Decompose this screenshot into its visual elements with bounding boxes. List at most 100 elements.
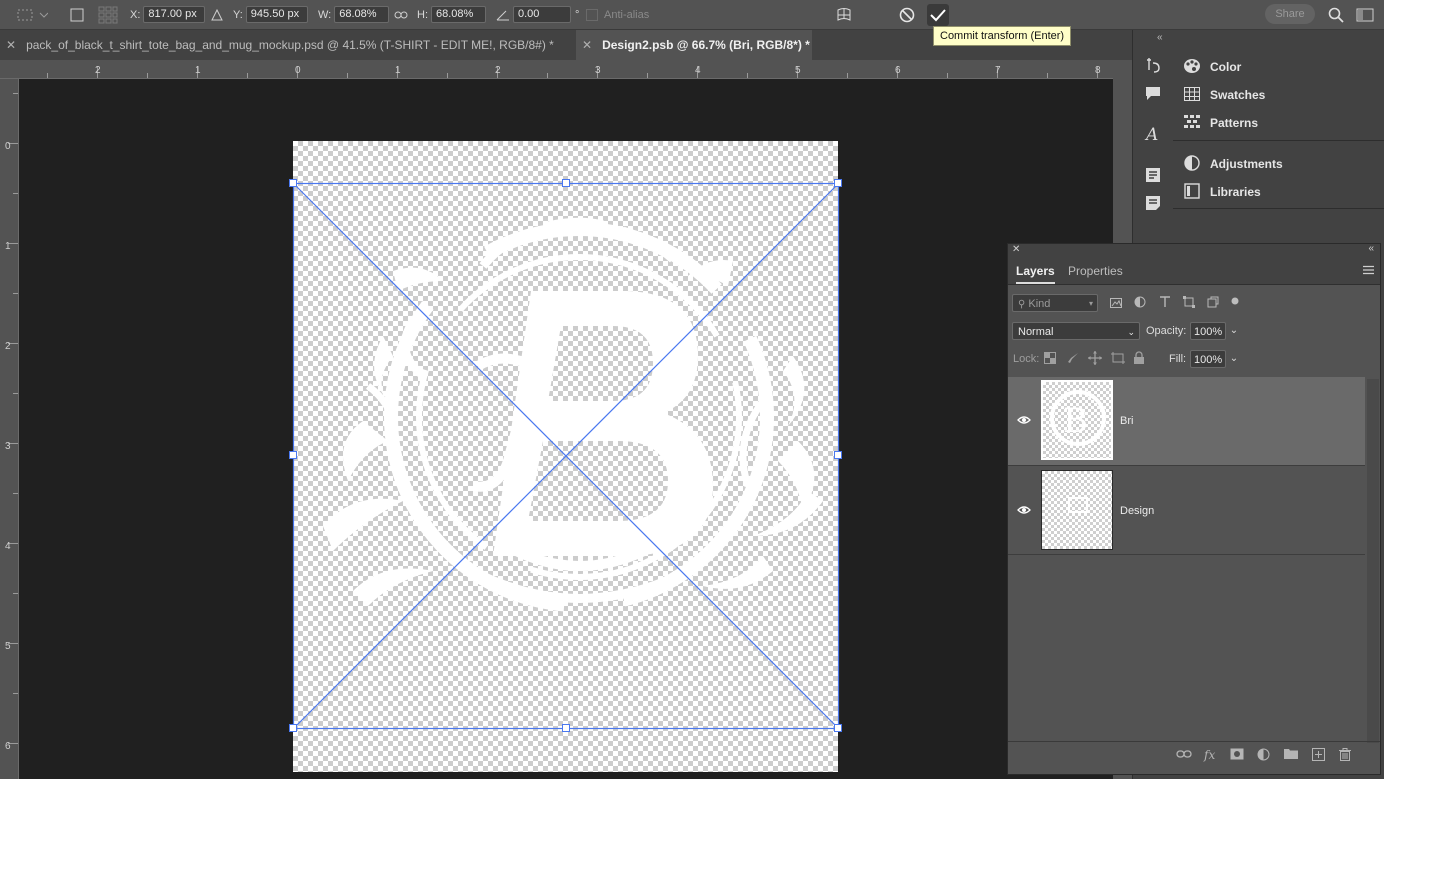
cancel-transform-icon[interactable] [898, 0, 916, 29]
character-icon[interactable]: A [1143, 125, 1163, 145]
eye-visibility-icon[interactable] [1017, 414, 1031, 428]
x-input[interactable]: 817.00 px [143, 6, 206, 23]
ruler-tick-label: 6 [895, 65, 901, 76]
tab-design2-document[interactable]: ✕ Design2.psb @ 66.7% (Bri, RGB/8*) * [576, 30, 812, 60]
smart-object-filter-icon[interactable] [1207, 296, 1219, 311]
lock-image-pixels-icon[interactable] [1067, 352, 1079, 367]
comments-icon[interactable] [1143, 84, 1163, 104]
ruler-tick-label: 3 [5, 441, 11, 452]
tab-layers[interactable]: Layers [1016, 258, 1055, 284]
lock-position-icon[interactable] [1088, 351, 1102, 368]
ruler-tick-label: 6 [5, 741, 11, 752]
panel-patterns[interactable]: Patterns [1183, 112, 1258, 134]
emblem-artwork[interactable] [293, 141, 838, 772]
panel-menu-icon[interactable] [1363, 265, 1374, 278]
move-tool-preset-icon[interactable] [16, 0, 48, 29]
width-input[interactable]: 68.08% [334, 6, 390, 23]
panel-swatches[interactable]: Swatches [1183, 84, 1265, 106]
tab-properties[interactable]: Properties [1068, 258, 1123, 284]
collapse-panel-icon[interactable]: « [1368, 243, 1374, 254]
panel-adjustments[interactable]: Adjustments [1183, 153, 1283, 175]
paragraph-styles-icon[interactable] [1143, 166, 1163, 186]
panel-libraries[interactable]: Libraries [1183, 181, 1261, 203]
layer-name[interactable]: Bri [1120, 415, 1133, 427]
layer-row-bri[interactable]: B Bri [1008, 377, 1365, 466]
panel-label: Adjustments [1210, 157, 1283, 171]
lock-artboard-icon[interactable] [1111, 352, 1125, 367]
opacity-label: Opacity: [1146, 325, 1187, 337]
angle-input[interactable]: 0.00 [513, 6, 571, 23]
ruler-tick-label: 4 [5, 541, 11, 552]
tab-label: pack_of_black_t_shirt_tote_bag_and_mug_m… [26, 38, 554, 52]
reference-point-grid-icon[interactable] [98, 0, 118, 29]
panel-divider [1173, 208, 1384, 209]
link-layers-icon[interactable] [1176, 748, 1192, 762]
add-mask-icon[interactable] [1230, 748, 1244, 763]
tab-mockup-document[interactable]: ✕ pack_of_black_t_shirt_tote_bag_and_mug… [0, 30, 581, 60]
y-label: Y: [233, 8, 243, 21]
ruler-tick-label: 2 [95, 65, 101, 76]
notes-icon[interactable] [1143, 194, 1163, 214]
new-group-folder-icon[interactable] [1284, 748, 1298, 762]
layer-thumbnail: B [1041, 380, 1113, 460]
lock-transparent-pixels-icon[interactable] [1044, 352, 1056, 367]
svg-text:A: A [1144, 125, 1158, 143]
search-icon: ⚲ [1018, 299, 1026, 310]
tab-label: Design2.psb @ 66.7% (Bri, RGB/8*) * [602, 38, 810, 52]
shape-layer-filter-icon[interactable] [1183, 296, 1195, 311]
fill-slider-chevron-icon[interactable]: ⌄ [1227, 350, 1241, 368]
search-icon[interactable] [1328, 0, 1344, 29]
opacity-input[interactable]: 100% [1190, 322, 1226, 340]
layer-filter-kind-select[interactable]: ⚲ Kind ▾ [1012, 294, 1098, 312]
type-layer-filter-icon[interactable] [1159, 296, 1171, 311]
height-input[interactable]: 68.08% [431, 6, 486, 23]
antialias-label: Anti-alias [604, 8, 650, 21]
horizontal-ruler[interactable]: 2 1 0 1 2 3 4 5 6 7 8 [0, 60, 1113, 79]
history-icon[interactable] [1143, 56, 1163, 76]
layer-name[interactable]: Design [1120, 505, 1154, 517]
blend-mode-value: Normal [1018, 326, 1054, 338]
pixel-layer-filter-icon[interactable] [1110, 297, 1122, 311]
patterns-icon [1183, 114, 1201, 132]
ruler-tick-label: 2 [5, 341, 11, 352]
vertical-ruler[interactable]: 0 1 2 3 4 5 6 [0, 79, 19, 779]
lock-all-icon[interactable] [1133, 351, 1145, 367]
lock-label: Lock: [1013, 353, 1040, 365]
close-tab-icon[interactable]: ✕ [582, 38, 592, 52]
close-panel-icon[interactable]: ✕ [1012, 244, 1020, 255]
share-button[interactable]: Share [1265, 4, 1315, 24]
workspace-icon[interactable] [1356, 0, 1374, 29]
blend-mode-select[interactable]: Normal ⌄ [1012, 322, 1140, 340]
eye-visibility-icon[interactable] [1017, 504, 1031, 518]
w-label: W: [318, 8, 332, 21]
fx-icon[interactable]: fx [1204, 748, 1215, 762]
delta-icon[interactable] [211, 0, 223, 29]
warp-mode-icon[interactable] [835, 0, 853, 29]
adjustment-layer-filter-icon[interactable] [1134, 296, 1146, 311]
layer-row-design[interactable]: Design [1008, 466, 1365, 555]
photoshop-window: X: 817.00 px Y: 945.50 px W: 68.08% H: 6… [0, 0, 1384, 779]
panel-color[interactable]: Color [1183, 56, 1241, 78]
layers-panel-header: ✕ « [1008, 243, 1380, 258]
opacity-slider-chevron-icon[interactable]: ⌄ [1227, 322, 1241, 340]
filter-toggle-icon[interactable] [1231, 294, 1239, 308]
new-adjustment-layer-icon[interactable] [1257, 748, 1270, 764]
fill-input[interactable]: 100% [1190, 350, 1226, 368]
trash-delete-icon[interactable] [1339, 748, 1351, 764]
canvas-area[interactable] [19, 79, 1113, 779]
close-tab-icon[interactable]: ✕ [6, 38, 16, 52]
palette-icon [1183, 58, 1201, 77]
layers-panel: ✕ « Layers Properties ⚲ Kind ▾ Normal ⌄ … [1007, 243, 1381, 775]
collapse-dock-icon[interactable]: « [1157, 32, 1163, 43]
new-layer-icon[interactable] [1312, 748, 1325, 764]
commit-transform-icon[interactable] [927, 0, 949, 29]
angle-icon[interactable] [496, 0, 510, 29]
reference-point-toggle[interactable] [70, 0, 84, 29]
layers-scrollbar[interactable] [1367, 379, 1379, 743]
antialias-checkbox[interactable] [586, 8, 598, 21]
degree-symbol: ° [575, 8, 580, 21]
y-input[interactable]: 945.50 px [245, 6, 308, 23]
link-icon[interactable] [394, 0, 408, 29]
fill-label: Fill: [1169, 353, 1187, 365]
document-canvas[interactable] [293, 141, 838, 772]
